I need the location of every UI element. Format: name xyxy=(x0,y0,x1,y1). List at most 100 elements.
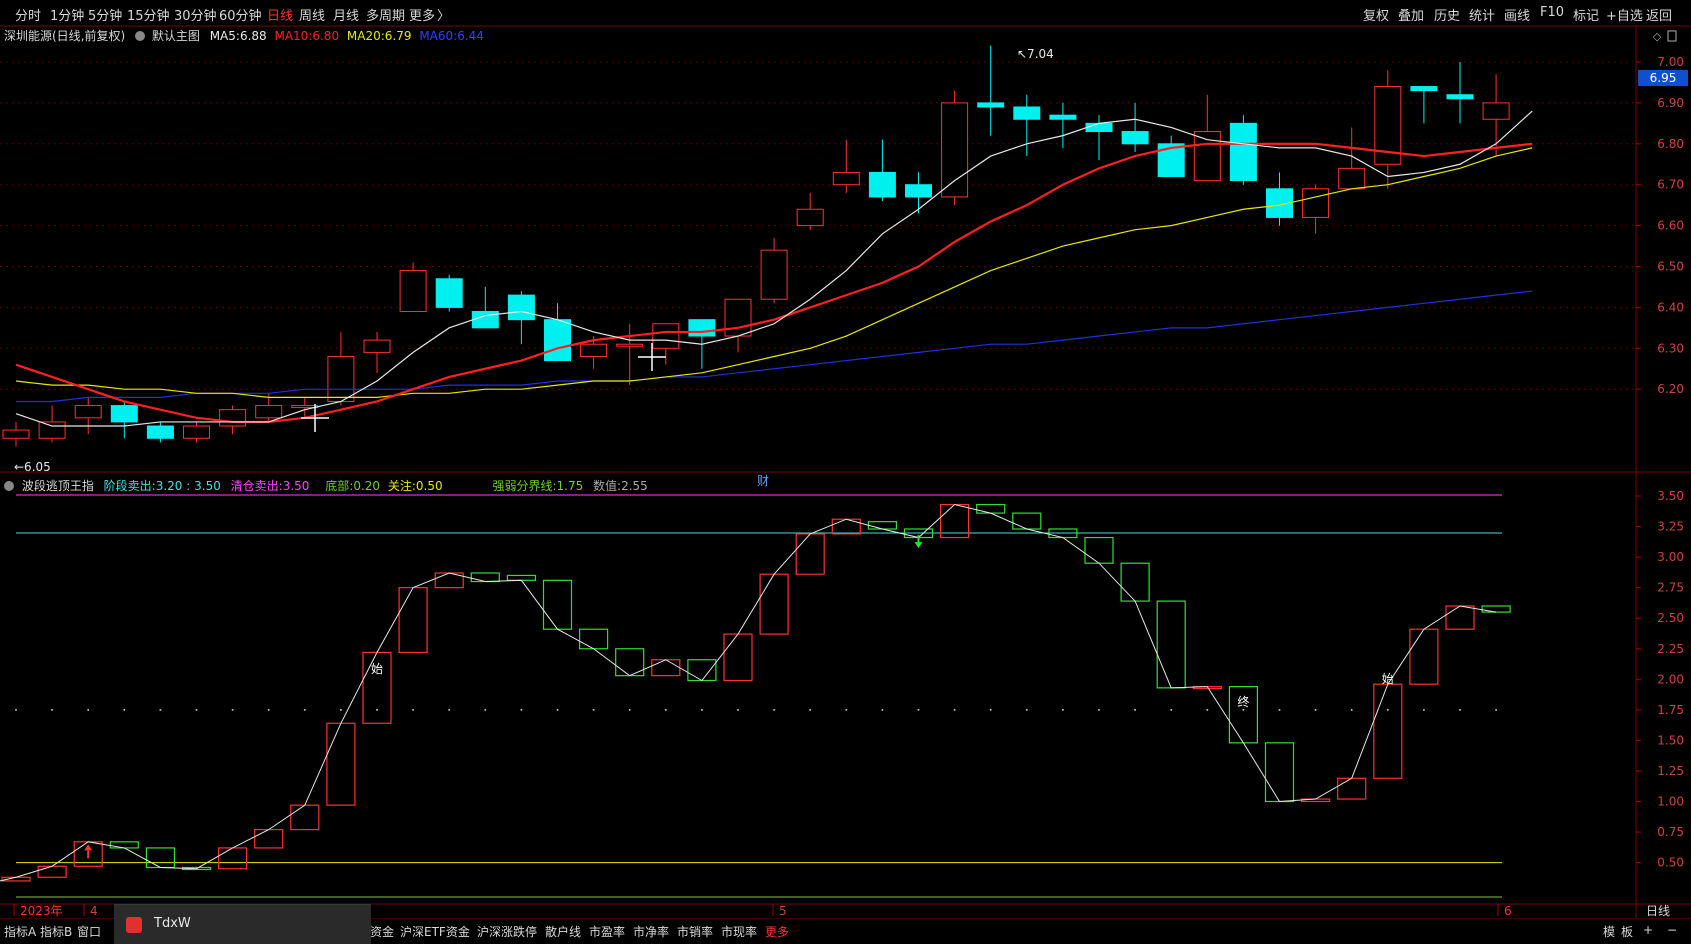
candle-body[interactable] xyxy=(74,405,102,419)
strength-dot xyxy=(1386,708,1389,711)
bottom-tab-5[interactable]: 沪深涨跌停 xyxy=(477,923,537,940)
candle-body[interactable] xyxy=(616,343,644,347)
bottom-tab-14[interactable]: + xyxy=(1643,923,1653,937)
indicator-bar[interactable] xyxy=(37,865,67,878)
bottom-tab-0[interactable]: 指标A xyxy=(4,923,36,940)
candle-body[interactable] xyxy=(868,171,896,198)
strength-dot xyxy=(953,708,956,711)
candle-body[interactable] xyxy=(435,278,463,308)
bottom-tab-10[interactable]: 市现率 xyxy=(721,923,757,940)
candle-body[interactable] xyxy=(1410,86,1438,92)
candle-body[interactable] xyxy=(146,425,174,439)
candle-body[interactable] xyxy=(399,270,427,312)
indicator-bar[interactable] xyxy=(1409,628,1439,685)
strength-dot xyxy=(1206,708,1209,711)
bottom-tab-6[interactable]: 散户线 xyxy=(545,923,581,940)
bottom-tab-4[interactable]: 沪深ETF资金 xyxy=(400,923,470,940)
strength-dot xyxy=(159,708,162,711)
candle-body[interactable] xyxy=(977,102,1005,108)
candle-body[interactable] xyxy=(110,405,138,423)
bottom-tab-11[interactable]: 更多 xyxy=(765,923,789,940)
window-icon[interactable] xyxy=(1667,30,1677,42)
candle-body[interactable] xyxy=(507,294,535,321)
indicator-bar[interactable] xyxy=(1373,683,1403,779)
candle-body[interactable] xyxy=(2,429,30,439)
indicator-bar[interactable] xyxy=(867,521,898,530)
indicator-bar[interactable] xyxy=(1156,600,1186,689)
indicator-bar[interactable] xyxy=(1445,605,1475,630)
candle-body[interactable] xyxy=(905,184,932,198)
candle-body[interactable] xyxy=(796,208,824,227)
bottom-tab-8[interactable]: 市净率 xyxy=(633,923,669,940)
bottom-tab-15[interactable]: − xyxy=(1667,923,1677,937)
bottom-tab-3[interactable]: 资金 xyxy=(370,923,394,940)
bottom-tab-7[interactable]: 市盈率 xyxy=(589,923,625,940)
candle-body[interactable] xyxy=(363,339,391,353)
strength-dot xyxy=(592,708,595,711)
chart-canvas[interactable]: ↖7.04 ←6.05 财 始终 始 7.00 6.90 6.80 6.70 6.60 6.50… xyxy=(0,0,1691,943)
bottom-tab-2[interactable]: 窗口 xyxy=(77,923,101,940)
candle-body[interactable] xyxy=(38,421,66,439)
indicator-bar[interactable] xyxy=(506,574,536,581)
indicator-tick-label: 2.75 xyxy=(1657,581,1684,595)
bottom-tab-13[interactable]: 板 xyxy=(1621,923,1633,940)
candle-body[interactable] xyxy=(724,298,752,337)
taskbar-window[interactable]: TdxW xyxy=(114,904,371,944)
indicator-bar[interactable] xyxy=(290,804,320,831)
indicator-bar[interactable] xyxy=(976,503,1006,514)
indicator-bar[interactable] xyxy=(218,847,248,870)
strength-dot xyxy=(484,708,487,711)
indicator-tick-label: 2.25 xyxy=(1657,642,1684,656)
candle-body[interactable] xyxy=(1193,131,1221,182)
indicator-bar[interactable] xyxy=(542,579,573,630)
candle-body[interactable] xyxy=(471,310,499,329)
indicator-bar[interactable] xyxy=(145,847,175,869)
indicator-bar[interactable] xyxy=(1481,605,1511,613)
bottom-tab-9[interactable]: 市销率 xyxy=(677,923,713,940)
indicator-bar[interactable] xyxy=(578,628,609,650)
candle-body[interactable] xyxy=(1446,94,1474,100)
strength-dot xyxy=(917,708,920,711)
indicator-bar[interactable] xyxy=(470,572,500,583)
price-tick-label: 6.40 xyxy=(1657,300,1684,314)
candle-body[interactable] xyxy=(183,425,210,439)
candle-body[interactable] xyxy=(652,323,680,349)
candle-body[interactable] xyxy=(327,355,355,402)
indicator-bar[interactable] xyxy=(1084,536,1114,564)
candle-body[interactable] xyxy=(1085,122,1113,133)
indicator-bar[interactable] xyxy=(723,633,753,682)
indicator-bar[interactable] xyxy=(651,659,681,677)
indicator-bar[interactable] xyxy=(687,659,717,682)
candle-body[interactable] xyxy=(219,409,247,427)
bottom-tab-1[interactable]: 指标B xyxy=(40,923,72,940)
candle-body[interactable] xyxy=(1049,114,1077,120)
strength-dot xyxy=(339,708,342,711)
strength-dot xyxy=(231,708,234,711)
candle-body[interactable] xyxy=(760,249,788,300)
candle-body[interactable] xyxy=(1121,131,1149,145)
indicator-bar[interactable] xyxy=(759,573,789,635)
signal-mark: 始 xyxy=(371,662,383,676)
candle-body[interactable] xyxy=(1482,102,1510,120)
candle-body[interactable] xyxy=(688,319,716,337)
candle-body[interactable] xyxy=(941,102,969,198)
candle-body[interactable] xyxy=(255,405,283,419)
candle-body[interactable] xyxy=(544,319,571,362)
candle-body[interactable] xyxy=(1302,188,1330,218)
indicator-bar[interactable] xyxy=(1337,777,1367,800)
indicator-bar[interactable] xyxy=(795,533,825,575)
candle-body[interactable] xyxy=(580,343,608,357)
indicator-bar[interactable] xyxy=(1264,742,1295,803)
indicator-bar[interactable] xyxy=(1120,562,1150,602)
indicator-bar[interactable] xyxy=(254,829,284,849)
indicator-bar[interactable] xyxy=(326,722,356,806)
indicator-bar[interactable] xyxy=(1012,512,1042,530)
indicator-bar[interactable] xyxy=(398,587,428,654)
indicator-tick-label: 1.75 xyxy=(1657,703,1684,717)
candle-body[interactable] xyxy=(832,171,860,186)
indicator-bar[interactable] xyxy=(109,841,139,849)
candle-body[interactable] xyxy=(1229,122,1257,182)
bottom-tab-12[interactable]: 模 xyxy=(1603,923,1615,940)
candle-body[interactable] xyxy=(1013,106,1041,120)
candle-body[interactable] xyxy=(1338,167,1366,190)
